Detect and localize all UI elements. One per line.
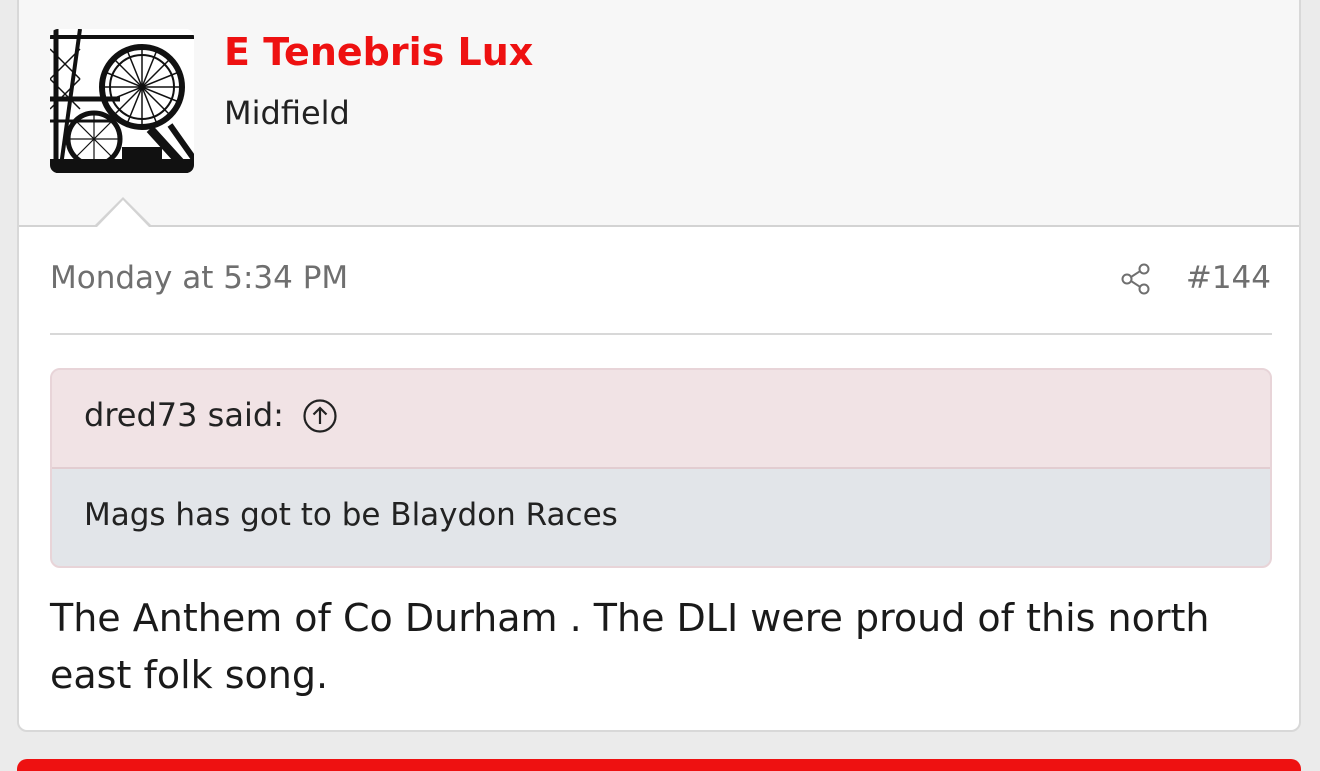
user-avatar[interactable] <box>50 29 194 173</box>
quote-block: dred73 said: Mags has got to be Blaydon … <box>50 368 1272 568</box>
winding-wheel-avatar <box>50 29 194 173</box>
forum-post: E Tenebris Lux Midfield Monday at 5:34 P… <box>17 0 1301 732</box>
share-icon[interactable] <box>1119 262 1153 296</box>
post-author-name[interactable]: E Tenebris Lux <box>224 30 533 74</box>
quote-attribution[interactable]: dred73 said: <box>84 396 284 434</box>
next-post-header-bar <box>17 759 1301 771</box>
quote-header: dred73 said: <box>52 370 1270 469</box>
post-timestamp[interactable]: Monday at 5:34 PM <box>50 260 348 296</box>
post-user-header: E Tenebris Lux Midfield <box>19 0 1299 227</box>
user-title: Midfield <box>224 94 350 132</box>
arrow-up-circle-icon[interactable] <box>302 398 338 434</box>
quote-text: Mags has got to be Blaydon Races <box>84 497 618 533</box>
post-number-link[interactable]: #144 <box>1186 260 1271 296</box>
post-message: The Anthem of Co Durham . The DLI were p… <box>50 596 1210 697</box>
header-pointer <box>97 200 149 227</box>
meta-divider <box>50 333 1272 335</box>
page: E Tenebris Lux Midfield Monday at 5:34 P… <box>0 0 1320 771</box>
